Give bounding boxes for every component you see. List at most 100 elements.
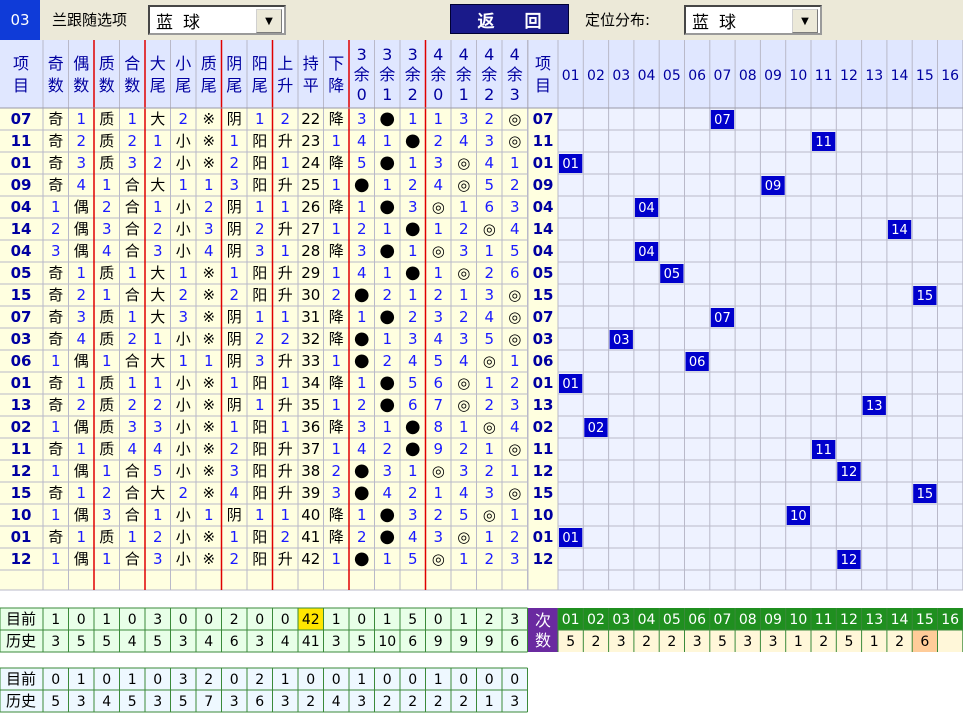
cell-value: 3 — [408, 506, 418, 524]
cell-value: 奇 — [48, 176, 63, 194]
row-number-right: 01 — [533, 374, 554, 392]
cell-value: 4 — [382, 484, 392, 502]
row-number-right: 01 — [533, 154, 554, 172]
cell-value: 降 — [329, 308, 344, 326]
cell-value: 1 — [357, 374, 367, 392]
cell-value: 升 — [278, 550, 293, 568]
history-value: 4 — [128, 634, 137, 650]
row-number-right: 13 — [533, 396, 554, 414]
cell-value: 3 — [255, 242, 265, 260]
cell-value: 35 — [301, 396, 320, 414]
count-position: 04 — [638, 612, 656, 628]
cell-value: 合 — [125, 220, 140, 238]
cell-value: 3 — [255, 352, 265, 370]
cell-value: 2 — [484, 264, 494, 282]
follow-option-select[interactable]: 蓝球 ▼ — [148, 5, 286, 35]
current-value-2: 1 — [77, 672, 86, 688]
history-value-2: 1 — [485, 694, 494, 710]
cell-value: ※ — [202, 330, 215, 348]
row-number-right: 04 — [533, 198, 554, 216]
history-label-2: 历史 — [6, 692, 36, 710]
cell-value: 升 — [278, 396, 293, 414]
cell-value: 大 — [150, 484, 165, 502]
cell-value: 偶 — [74, 198, 89, 216]
cell-value: 1 — [229, 374, 239, 392]
cell-value: 3 — [51, 242, 61, 260]
cell-value: 8 — [433, 418, 443, 436]
cell-value: 1 — [229, 132, 239, 150]
cell-value: 22 — [301, 110, 320, 128]
cell-value: 2 — [153, 528, 163, 546]
history-value-2: 4 — [332, 694, 341, 710]
cell-value: 1 — [76, 484, 86, 502]
history-value-2: 2 — [383, 694, 392, 710]
cell-value: 3 — [204, 220, 214, 238]
cell-value: 1 — [76, 440, 86, 458]
row-number: 03 — [11, 330, 32, 348]
cell-value: 2 — [102, 198, 112, 216]
cell-value: 奇 — [48, 484, 63, 502]
position-distribution-select[interactable]: 蓝球 ▼ — [684, 5, 822, 35]
cell-value: 1 — [280, 374, 290, 392]
cell-value: ● — [354, 284, 370, 305]
chevron-down-icon[interactable]: ▼ — [256, 9, 282, 33]
cell-value: 1 — [280, 506, 290, 524]
cell-value: 32 — [301, 330, 320, 348]
history-value-2: 5 — [179, 694, 188, 710]
position-ball-number: 09 — [765, 179, 782, 194]
cell-value: 小 — [176, 220, 191, 238]
cell-value: ◎ — [432, 462, 445, 480]
history-value-2: 2 — [408, 694, 417, 710]
cell-value: ● — [379, 108, 395, 129]
row-number-right: 15 — [533, 484, 554, 502]
cell-value: 1 — [153, 198, 163, 216]
count-value: 5 — [844, 634, 853, 650]
app-window: { "top": { "lotto_no": "03", "follow_lab… — [0, 0, 963, 720]
cell-value: 4 — [459, 132, 469, 150]
cell-value: 奇 — [48, 132, 63, 150]
cell-value: 小 — [176, 330, 191, 348]
cell-value: 合 — [125, 286, 140, 304]
history-value-2: 2 — [434, 694, 443, 710]
count-position: 11 — [815, 612, 833, 628]
cell-value: 1 — [51, 550, 61, 568]
cell-value: 阴 — [227, 506, 242, 524]
cell-value: 1 — [331, 396, 341, 414]
row-number: 14 — [11, 220, 32, 238]
cell-value: 大 — [150, 176, 165, 194]
cell-value: 小 — [176, 418, 191, 436]
position-header: 02 — [587, 68, 605, 84]
row-number: 11 — [11, 440, 32, 458]
cell-value: 28 — [301, 242, 320, 260]
cell-value: 小 — [176, 528, 191, 546]
cell-value: 奇 — [48, 110, 63, 128]
cell-value: 合 — [125, 242, 140, 260]
cell-value: 2 — [51, 220, 61, 238]
position-ball-number: 01 — [562, 531, 579, 546]
cell-value: 2 — [255, 220, 265, 238]
cell-value: 合 — [125, 352, 140, 370]
cell-value: 23 — [301, 132, 320, 150]
chevron-down-icon[interactable]: ▼ — [792, 9, 818, 33]
cell-value: 3 — [459, 110, 469, 128]
position-ball-number: 05 — [664, 267, 681, 282]
row-number: 10 — [11, 506, 32, 524]
cell-value: 大 — [150, 352, 165, 370]
cell-value: 2 — [204, 198, 214, 216]
current-value-2: 1 — [281, 672, 290, 688]
cell-value: 升 — [278, 220, 293, 238]
position-header: 16 — [941, 68, 959, 84]
count-position: 02 — [587, 612, 605, 628]
cell-value: 奇 — [48, 440, 63, 458]
cell-value: 31 — [301, 308, 320, 326]
cell-value: 奇 — [48, 330, 63, 348]
current-value: 0 — [357, 612, 366, 628]
cell-value: 36 — [301, 418, 320, 436]
cell-value: ※ — [202, 374, 215, 392]
cell-value: 4 — [459, 352, 469, 370]
cell-value: 1 — [484, 440, 494, 458]
cell-value: ● — [354, 460, 370, 481]
position-ball-number: 11 — [815, 135, 832, 150]
cell-value: 小 — [176, 550, 191, 568]
back-button[interactable]: 返 回 — [450, 4, 569, 34]
